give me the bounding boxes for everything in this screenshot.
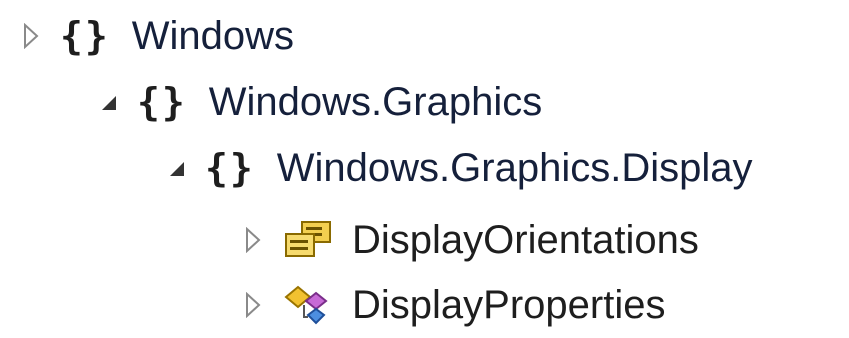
tree-node-displayproperties[interactable]: DisplayProperties bbox=[240, 272, 665, 338]
namespace-tree: {} Windows {} Windows.Graphics {} Window… bbox=[0, 0, 849, 337]
collapse-arrow-icon[interactable] bbox=[163, 153, 189, 183]
tree-node-displayorientations[interactable]: DisplayOrientations bbox=[240, 207, 699, 273]
tree-node-windows[interactable]: {} Windows bbox=[18, 3, 294, 69]
tree-node-label: Windows.Graphics.Display bbox=[276, 146, 753, 190]
tree-node-windows-graphics[interactable]: {} Windows.Graphics bbox=[95, 69, 542, 135]
tree-node-label: Windows bbox=[131, 14, 295, 58]
expand-arrow-icon[interactable] bbox=[240, 290, 266, 320]
tree-node-label: Windows.Graphics bbox=[208, 80, 543, 124]
namespace-icon: {} bbox=[205, 146, 255, 190]
tree-node-label: DisplayOrientations bbox=[352, 218, 699, 262]
namespace-icon: {} bbox=[137, 80, 187, 124]
namespace-icon: {} bbox=[60, 14, 110, 58]
collapse-arrow-icon[interactable] bbox=[95, 87, 121, 117]
class-icon bbox=[282, 283, 334, 327]
expand-arrow-icon[interactable] bbox=[240, 225, 266, 255]
enum-icon bbox=[282, 218, 334, 262]
tree-node-windows-graphics-display[interactable]: {} Windows.Graphics.Display bbox=[163, 135, 752, 201]
tree-node-label: DisplayProperties bbox=[352, 283, 666, 327]
expand-arrow-icon[interactable] bbox=[18, 21, 44, 51]
